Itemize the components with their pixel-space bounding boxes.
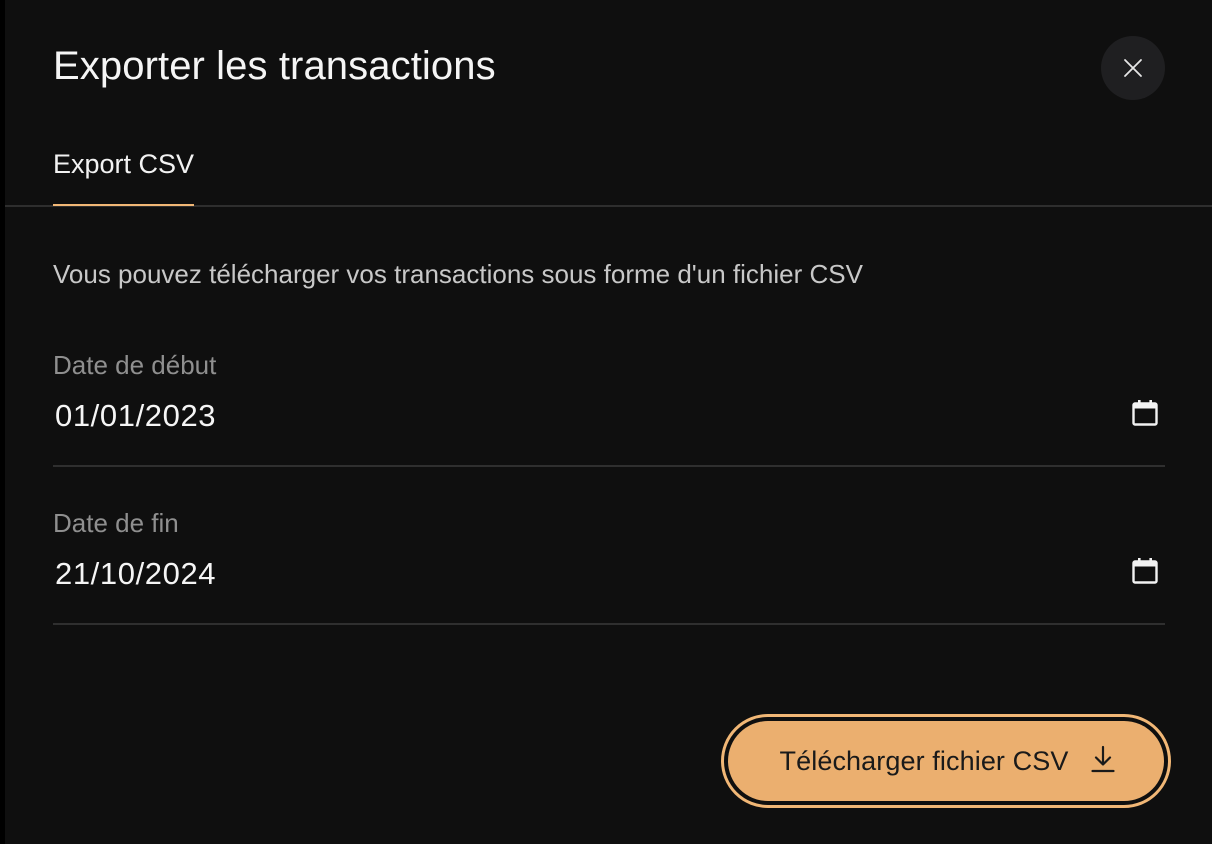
start-date-label: Date de début — [53, 350, 217, 380]
start-date-calendar-button[interactable] — [1129, 399, 1161, 431]
tab-label: Export CSV — [53, 149, 195, 179]
close-button[interactable] — [1101, 36, 1165, 100]
export-description: Vous pouvez télécharger vos transactions… — [53, 259, 863, 289]
dialog-title: Exporter les transactions — [53, 44, 496, 88]
download-csv-label: Télécharger fichier CSV — [779, 745, 1069, 776]
start-date-field: Date de début 01/01/2023 — [53, 347, 1165, 467]
export-dialog: Exporter les transactions Export CSV Vou… — [5, 0, 1212, 844]
close-icon — [1123, 58, 1143, 78]
end-date-label: Date de fin — [53, 508, 179, 538]
tab-bar: Export CSV — [5, 128, 1212, 207]
end-date-field: Date de fin 21/10/2024 — [53, 505, 1165, 625]
end-date-calendar-button[interactable] — [1129, 557, 1161, 589]
tab-export-csv[interactable]: Export CSV — [53, 128, 195, 206]
download-csv-button[interactable]: Télécharger fichier CSV — [721, 714, 1171, 808]
calendar-icon — [1131, 557, 1159, 590]
end-date-input[interactable]: 21/10/2024 — [55, 553, 216, 595]
calendar-icon — [1131, 399, 1159, 432]
download-icon — [1090, 744, 1116, 779]
start-date-input[interactable]: 01/01/2023 — [55, 395, 216, 437]
download-csv-button-body[interactable]: Télécharger fichier CSV — [728, 721, 1164, 801]
